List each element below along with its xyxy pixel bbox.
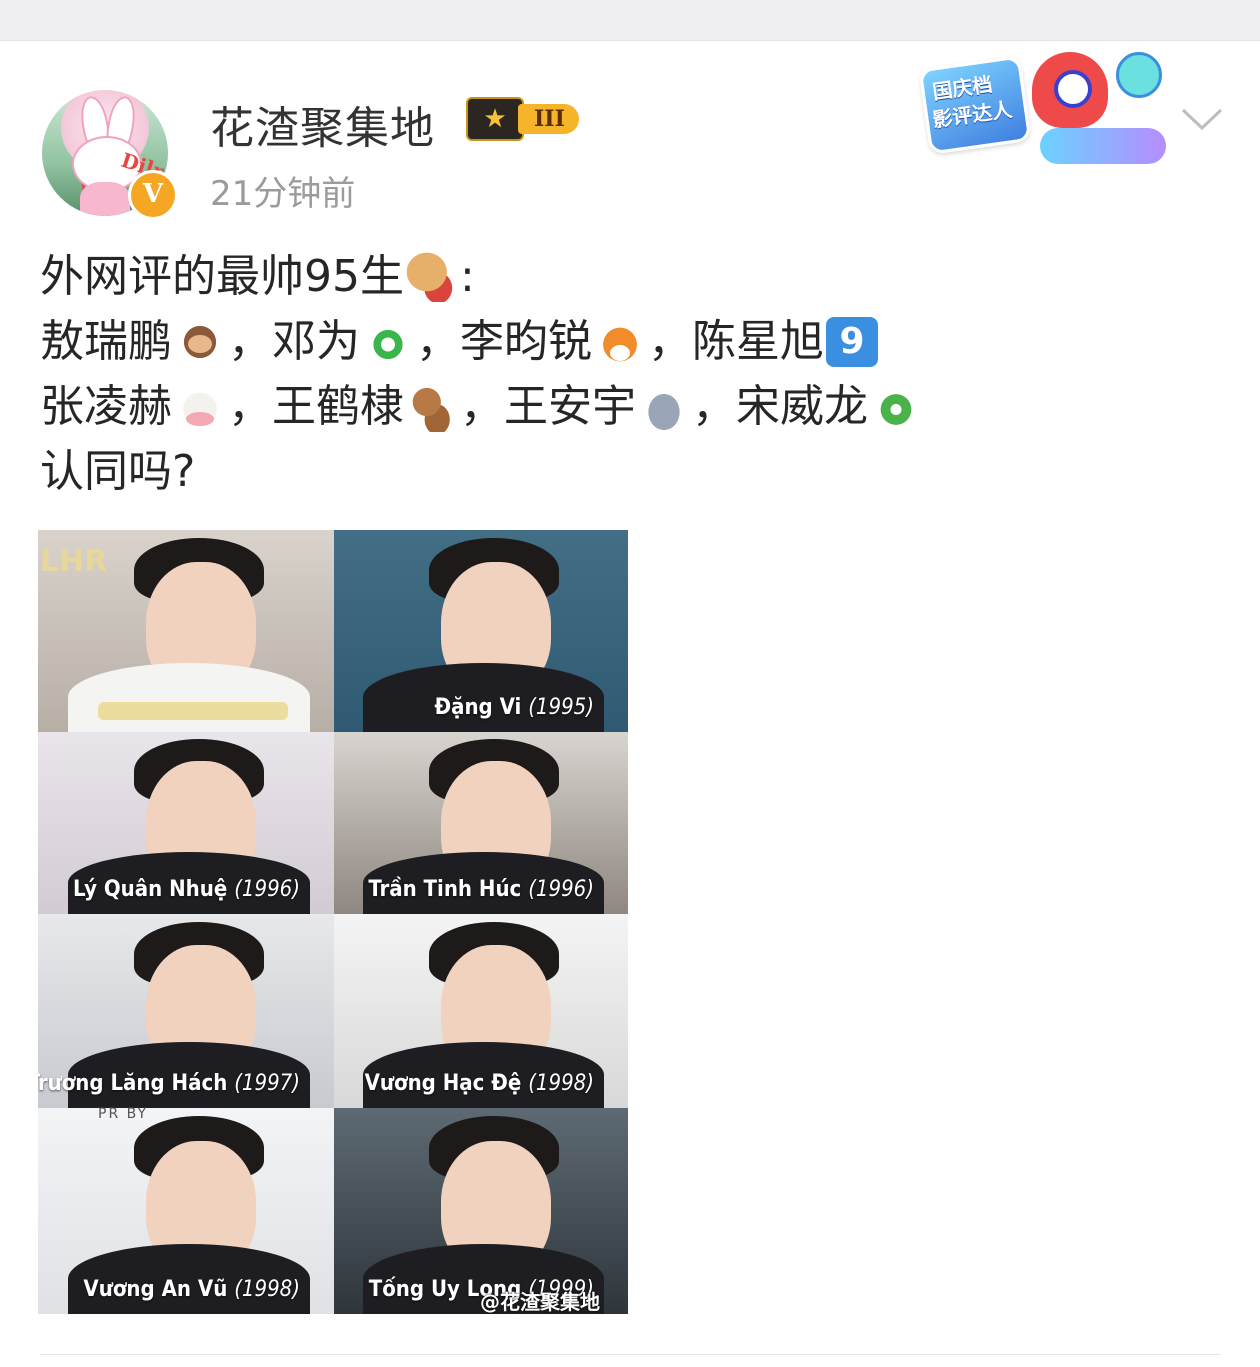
actor-name: ，陈星旭	[648, 316, 824, 367]
photo-tile[interactable]: Đặng Vi (1995)	[334, 530, 628, 732]
festival-badge[interactable]: 国庆档 影评达人	[918, 48, 1168, 166]
photo-tile[interactable]: Trương Lăng Hách (1997)	[38, 914, 334, 1108]
peanut-emoji-icon	[406, 251, 458, 302]
username[interactable]: 花渣聚集地	[210, 92, 435, 156]
actor-name: ，邓为	[228, 316, 360, 367]
verified-badge-icon: V	[128, 170, 178, 220]
chevron-down-icon[interactable]	[1180, 104, 1224, 134]
post-question: 认同吗?	[40, 446, 196, 497]
actor-name: 张凌赫	[40, 381, 172, 432]
film-reel-icon	[1116, 52, 1162, 98]
post-line-2: 敖瑞鹏 ，邓为 ，李昀锐 ，陈星旭 9	[40, 309, 1240, 374]
rank-level: III	[518, 104, 579, 134]
post-title: 外网评的最帅95生	[40, 251, 404, 302]
shoulders	[67, 663, 311, 732]
ufo-emoji-icon	[638, 381, 690, 432]
actor-name: ，王鹤棣	[228, 381, 404, 432]
photo-caption: Đặng Vi (1995)	[434, 695, 595, 720]
image-watermark: @花渣聚集地	[480, 1290, 600, 1314]
rank-badge[interactable]: ★ III	[466, 97, 579, 141]
actor-name: ，宋威龙	[692, 381, 868, 432]
post-time: 21分钟前	[210, 174, 356, 214]
blurred-caption	[98, 702, 288, 720]
wave-decoration	[1040, 128, 1166, 164]
photo-logo: LHR	[40, 544, 108, 579]
cow-emoji-icon	[174, 381, 226, 432]
avatar-body	[80, 182, 130, 216]
mascot-eye	[1054, 70, 1092, 108]
keycap-nine-icon: 9	[826, 316, 878, 367]
monkey-emoji-icon	[406, 381, 458, 432]
photo-overlay-text: PR BY	[98, 1106, 149, 1122]
photo-tile[interactable]: Trần Tinh Húc (1996)	[334, 732, 628, 914]
dragon-emoji-icon	[870, 381, 922, 432]
photo-caption: Lý Quân Nhuệ (1996)	[72, 877, 300, 902]
photo-caption: Trương Lăng Hách (1997)	[38, 1071, 300, 1096]
photo-tile[interactable]: Tống Uy Long (1999)	[334, 1108, 628, 1314]
post-line-4: 认同吗?	[40, 439, 1240, 504]
colon: :	[460, 251, 475, 302]
post-line-1: 外网评的最帅95生 :	[40, 244, 1240, 309]
fox-emoji-icon	[594, 316, 646, 367]
photo-tile[interactable]: LHR	[38, 530, 334, 732]
post-line-3: 张凌赫 ，王鹤棣 ，王安宇 ，宋威龙	[40, 374, 1240, 439]
top-bar	[0, 0, 1260, 41]
divider	[40, 1354, 1220, 1355]
actor-name: ，王安宇	[460, 381, 636, 432]
photo-tile[interactable]: Lý Quân Nhuệ (1996)	[38, 732, 334, 914]
snake-emoji-icon	[362, 316, 414, 367]
photo-caption: Vương Hạc Đệ (1998)	[364, 1071, 594, 1096]
actor-name: 敖瑞鹏	[40, 316, 172, 367]
actor-name: ，李昀锐	[416, 316, 592, 367]
photo-caption: Vương An Vũ (1998)	[83, 1277, 300, 1302]
crown-icon: ★	[466, 97, 524, 141]
post-text: 外网评的最帅95生 : 敖瑞鹏 ，邓为 ，李昀锐 ，陈星旭 9 张凌赫 ，王鹤棣…	[40, 244, 1240, 504]
see-no-evil-monkey-icon	[174, 316, 226, 367]
photo-caption: Trần Tinh Húc (1996)	[368, 877, 594, 902]
photo-grid[interactable]: LHR Đặng Vi (1995) Lý Quân Nhuệ (1996) T…	[38, 530, 628, 1314]
photo-tile[interactable]: Vương Hạc Đệ (1998)	[334, 914, 628, 1108]
photo-tile[interactable]: Vương An Vũ (1998)	[38, 1108, 334, 1314]
